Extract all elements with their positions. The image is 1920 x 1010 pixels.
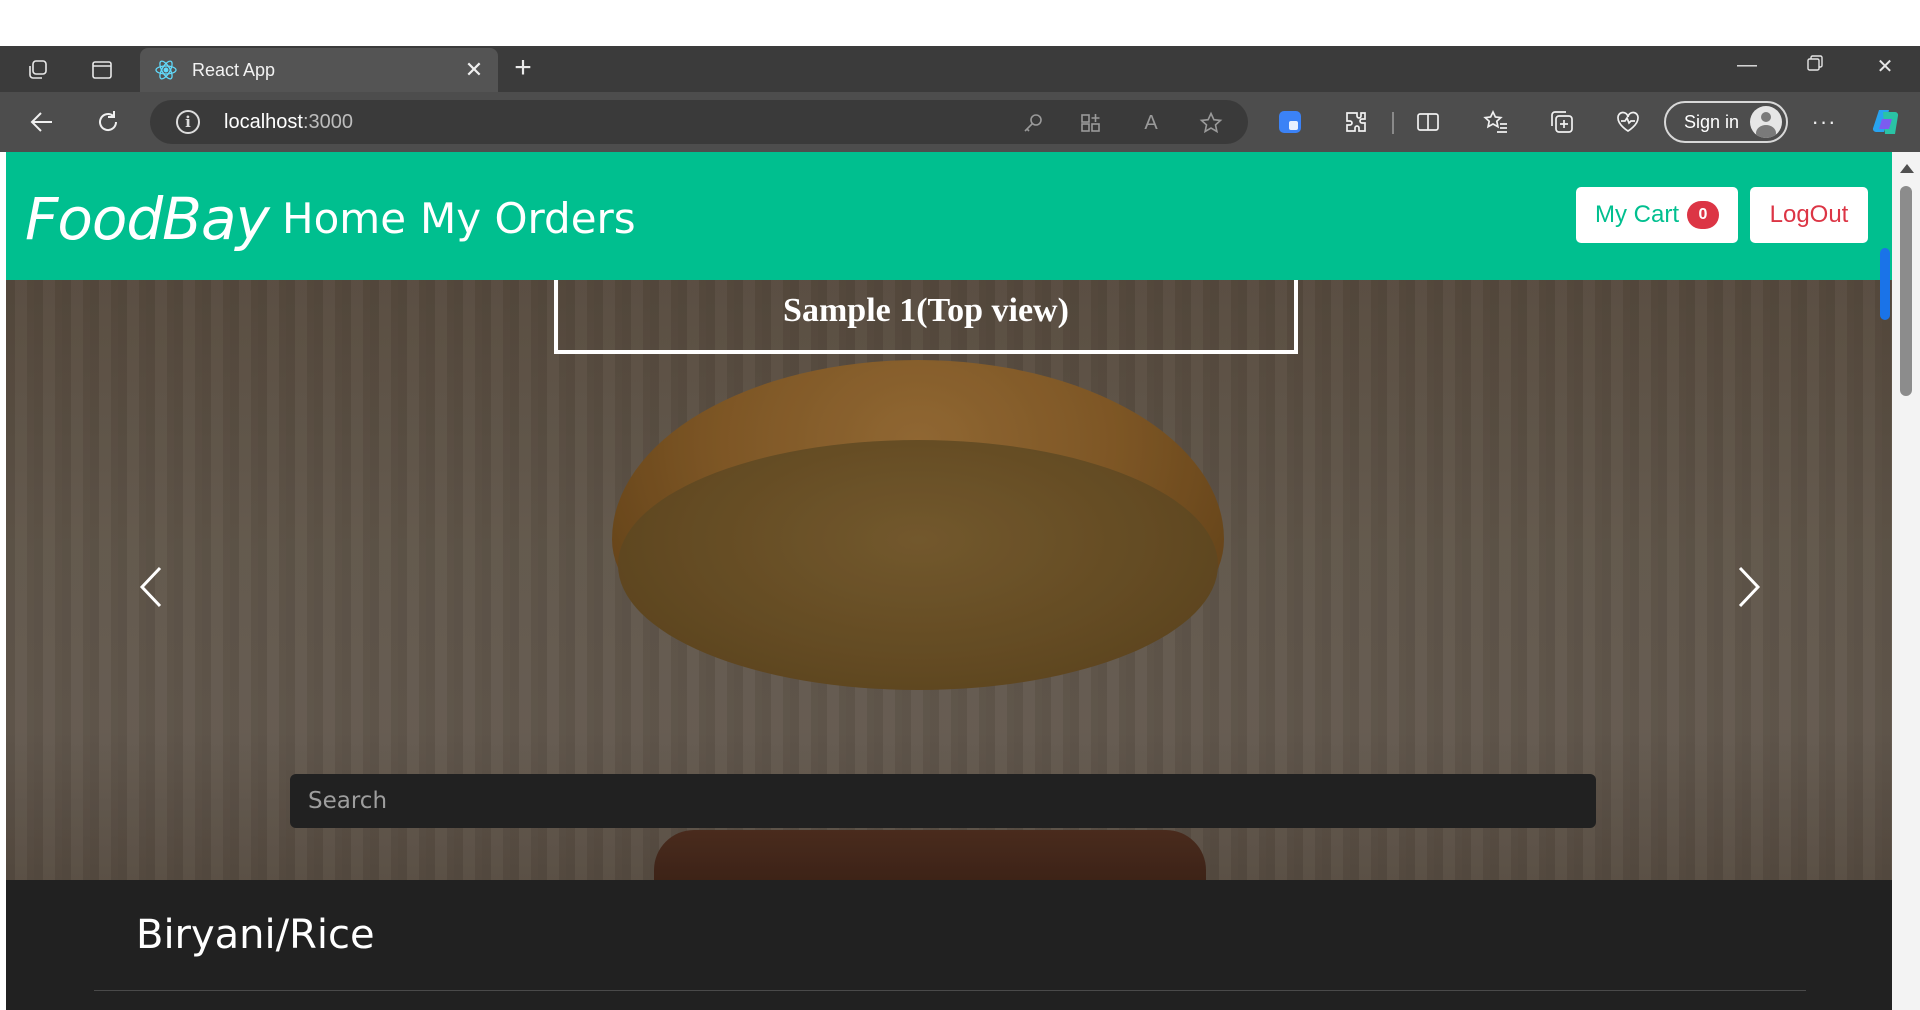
carousel-prev-icon[interactable] — [132, 562, 172, 612]
sign-in-button[interactable]: Sign in — [1664, 101, 1788, 143]
tab-title: React App — [192, 59, 276, 80]
extensions-puzzle-icon[interactable] — [1340, 106, 1372, 138]
carousel-next-icon[interactable] — [1728, 562, 1768, 612]
scrollbar-thumb[interactable] — [1900, 186, 1912, 396]
vertical-tabs-icon[interactable] — [90, 58, 114, 82]
site-info-icon[interactable]: i — [176, 110, 200, 134]
key-icon[interactable] — [1020, 110, 1046, 136]
collections-icon[interactable] — [1546, 106, 1578, 138]
url-text[interactable]: localhost:3000 — [224, 111, 353, 134]
extension-blue-icon[interactable] — [1274, 106, 1306, 138]
browser-tab-active[interactable]: React App ✕ — [140, 48, 498, 92]
favorites-icon[interactable] — [1480, 106, 1512, 138]
my-cart-label: My Cart — [1595, 201, 1679, 228]
minimize-icon[interactable]: — — [1732, 54, 1762, 77]
url-port: :3000 — [302, 111, 353, 133]
toolbar-separator — [1392, 112, 1394, 134]
address-bar[interactable]: i localhost:3000 A — [150, 100, 1248, 144]
my-cart-button[interactable]: My Cart 0 — [1576, 187, 1738, 243]
more-menu-icon[interactable]: ··· — [1808, 106, 1840, 138]
tab-close-icon[interactable]: ✕ — [462, 57, 486, 83]
search-input[interactable] — [290, 774, 1596, 828]
refresh-icon[interactable] — [92, 106, 124, 138]
nav-my-orders-link[interactable]: My Orders — [420, 194, 636, 243]
browser-tab-strip: React App ✕ + — ✕ — [0, 46, 1920, 92]
favorite-star-icon[interactable] — [1198, 110, 1224, 136]
browser-toolbar: i localhost:3000 A Sign in ··· — [0, 92, 1920, 152]
avatar-icon — [1750, 106, 1782, 138]
apps-icon[interactable] — [1078, 110, 1104, 136]
nav-home-link[interactable]: Home — [282, 194, 406, 243]
carousel-caption: Sample 1(Top view) — [554, 280, 1298, 354]
new-tab-icon[interactable]: + — [508, 53, 538, 83]
sign-in-label: Sign in — [1684, 111, 1740, 132]
cart-count-badge: 0 — [1687, 201, 1719, 229]
brand-logo[interactable]: FoodBay — [25, 185, 270, 253]
page-viewport: FoodBay Home My Orders My Cart 0 LogOut … — [6, 152, 1892, 1010]
page-scrollbar[interactable] — [1892, 152, 1920, 1010]
react-icon — [154, 58, 178, 82]
app-navbar: FoodBay Home My Orders My Cart 0 LogOut — [6, 152, 1892, 280]
hero-carousel: Sample 1(Top view) — [6, 280, 1892, 880]
scroll-up-icon[interactable] — [1900, 164, 1914, 173]
workspaces-icon[interactable] — [26, 58, 50, 82]
close-window-icon[interactable]: ✕ — [1870, 54, 1900, 79]
browser-essentials-icon[interactable] — [1612, 106, 1644, 138]
category-divider — [94, 990, 1806, 991]
url-host: localhost — [224, 111, 303, 133]
screen-top-margin — [0, 0, 1920, 46]
copilot-icon[interactable] — [1870, 106, 1902, 138]
logout-button[interactable]: LogOut — [1750, 187, 1868, 243]
split-screen-icon[interactable] — [1412, 106, 1444, 138]
read-aloud-icon[interactable]: A — [1138, 110, 1164, 136]
category-title: Biryani/Rice — [136, 912, 375, 958]
back-icon[interactable] — [26, 106, 58, 138]
restore-icon[interactable] — [1800, 54, 1830, 78]
sidebar-edge-handle[interactable] — [1880, 248, 1890, 320]
